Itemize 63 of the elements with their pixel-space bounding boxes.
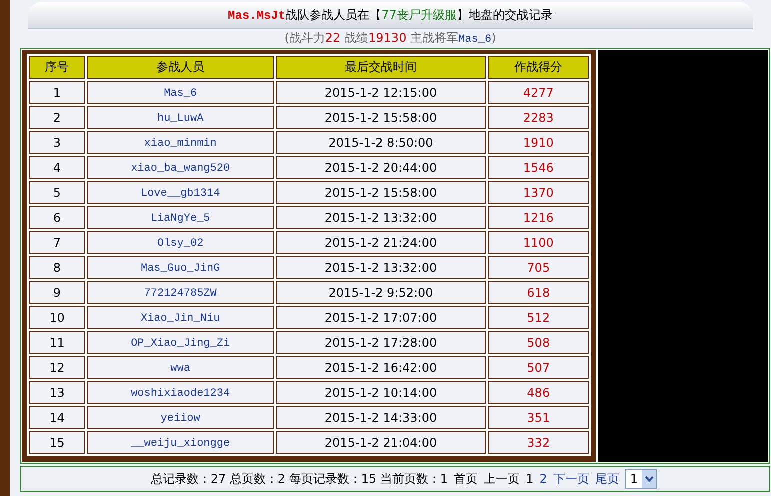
rank-cell: 1 [29,81,86,104]
rank-cell: 12 [29,356,86,379]
time-cell: 2015-1-2 10:14:00 [276,381,486,404]
pager-link[interactable]: 2 [540,472,548,486]
time-cell: 2015-1-2 13:32:00 [276,256,486,279]
rank-cell: 9 [29,281,86,304]
time-cell: 2015-1-2 13:32:00 [276,206,486,229]
time-cell: 2015-1-2 17:28:00 [276,331,486,354]
score-cell: 1370 [488,181,589,204]
score-cell: 332 [488,431,589,454]
rank-cell: 13 [29,381,86,404]
time-cell: 2015-1-2 12:15:00 [276,81,486,104]
team-stats: (战斗力22 战绩19130 主战将军Mas_6) [284,30,498,47]
score-cell: 705 [488,256,589,279]
player-link[interactable]: Olsy_02 [157,238,204,250]
score-cell: 1216 [488,206,589,229]
rank-cell: 7 [29,231,86,254]
score-cell: 618 [488,281,589,304]
time-cell: 2015-1-2 15:58:00 [276,106,486,129]
column-header: 序号 [29,56,86,79]
score-cell: 512 [488,306,589,329]
page-title: Mas.MsJt战队参战人员在【77丧尸升级服】地盘的交战记录 [228,6,553,24]
player-link[interactable]: wwa [170,363,190,375]
page-select[interactable]: 1 [625,469,657,489]
rank-cell: 3 [29,131,86,154]
time-cell: 2015-1-2 9:52:00 [276,281,486,304]
time-cell: 2015-1-2 15:58:00 [276,181,486,204]
score-cell: 2283 [488,106,589,129]
time-cell: 2015-1-2 21:04:00 [276,431,486,454]
pager-link[interactable]: 下一页 [553,470,590,488]
rank-cell: 10 [29,306,86,329]
score-cell: 1546 [488,156,589,179]
player-link[interactable]: hu_LuwA [157,113,204,125]
rank-cell: 6 [29,206,86,229]
rank-cell: 4 [29,156,86,179]
rank-cell: 14 [29,406,86,429]
player-link[interactable]: yeiiow [160,413,200,425]
time-cell: 2015-1-2 14:33:00 [276,406,486,429]
rank-cell: 15 [29,431,86,454]
column-header: 最后交战时间 [276,56,486,79]
column-header: 作战得分 [488,56,589,79]
time-cell: 2015-1-2 16:42:00 [276,356,486,379]
player-link[interactable]: LiaNgYe_5 [150,213,210,225]
score-cell: 1910 [488,131,589,154]
score-cell: 508 [488,331,589,354]
time-cell: 2015-1-2 17:07:00 [276,306,486,329]
record-summary: 总记录数：27 总页数：2 每页记录数：15 当前页数：1 [150,470,448,488]
dropdown-icon [642,470,656,488]
rank-cell: 5 [29,181,86,204]
score-cell: 351 [488,406,589,429]
player-link[interactable]: Mas_6 [164,88,198,100]
time-cell: 2015-1-2 20:44:00 [276,156,486,179]
pager-link[interactable]: 尾页 [595,470,620,488]
score-cell: 4277 [488,81,589,104]
rank-cell: 2 [29,106,86,129]
time-cell: 2015-1-2 8:50:00 [276,131,486,154]
time-cell: 2015-1-2 21:24:00 [276,231,486,254]
rank-cell: 8 [29,256,86,279]
rank-cell: 11 [29,331,86,354]
score-cell: 1100 [488,231,589,254]
score-cell: 507 [488,356,589,379]
score-cell: 486 [488,381,589,404]
column-header: 参战人员 [87,56,274,79]
